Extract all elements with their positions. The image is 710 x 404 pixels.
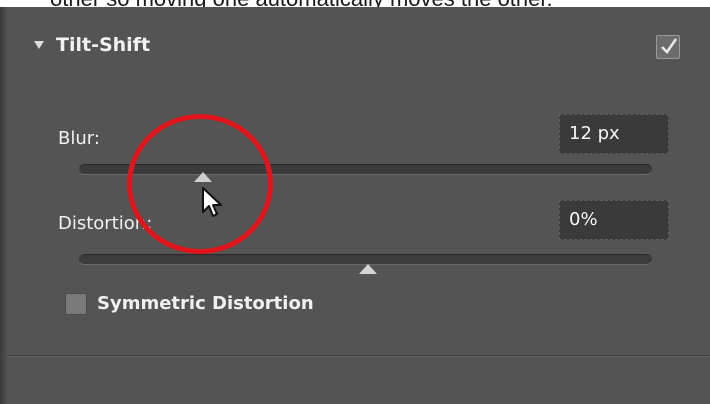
symmetric-distortion-checkbox[interactable] xyxy=(65,293,87,315)
distortion-value-field[interactable]: 0% xyxy=(559,200,669,240)
symmetric-distortion-label[interactable]: Symmetric Distortion xyxy=(97,293,314,314)
blur-value-field[interactable]: 12 px xyxy=(559,114,669,154)
section-divider xyxy=(7,355,710,357)
highlight-circle xyxy=(127,114,273,254)
blur-label: Blur: xyxy=(58,128,100,149)
distortion-slider-thumb[interactable] xyxy=(359,264,378,274)
arrow-cursor-icon xyxy=(202,187,222,217)
checkmark-icon xyxy=(661,38,678,55)
disclosure-triangle-icon[interactable] xyxy=(34,41,44,49)
section-title[interactable]: Tilt-Shift xyxy=(56,34,150,56)
enable-checkbox[interactable] xyxy=(656,35,680,59)
panel-edge xyxy=(0,7,7,404)
